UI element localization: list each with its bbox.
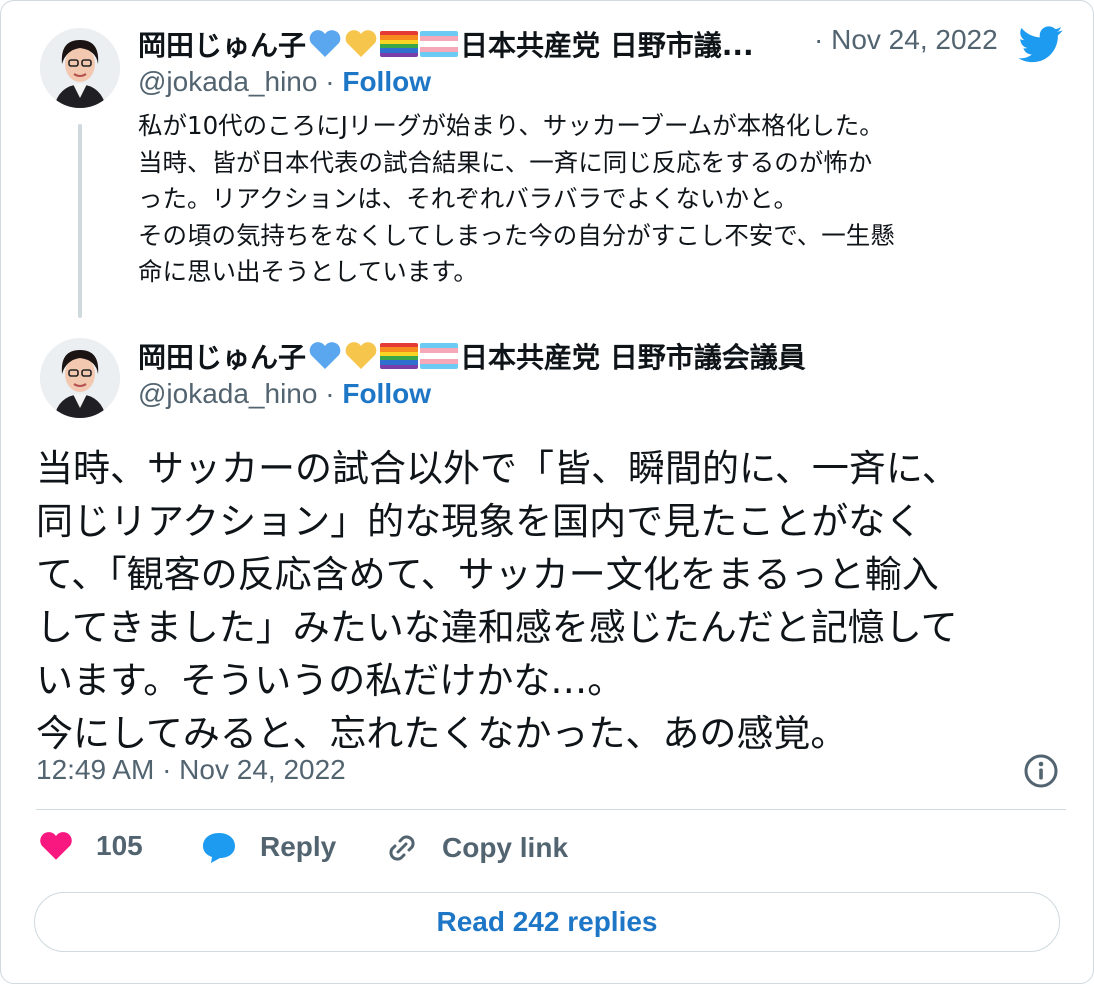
read-replies-button[interactable]: Read 242 replies bbox=[34, 892, 1060, 952]
tweet-text-line: 当時、サッカーの試合以外で「皆、瞬間的に、一斉に、 bbox=[36, 447, 959, 490]
user-handle[interactable]: @jokada_hino bbox=[138, 66, 317, 97]
yellow-heart-icon bbox=[345, 342, 377, 369]
yellow-heart-icon bbox=[345, 30, 377, 57]
transgender-flag-icon bbox=[420, 31, 459, 57]
tweet-text-line: った。リアクションは、それぞれバラバラでよくないかと。 bbox=[138, 184, 799, 213]
transgender-flag-icon bbox=[420, 343, 459, 369]
handle-row: @jokada_hino · Follow bbox=[138, 66, 431, 98]
avatar[interactable] bbox=[40, 338, 120, 418]
avatar[interactable] bbox=[40, 28, 120, 108]
tweet-text-line: その頃の気持ちをなくしてしまった今の自分がすこし不安で、一生懸 bbox=[138, 220, 895, 250]
copy-link-label: Copy link bbox=[442, 832, 569, 863]
separator-dot: · bbox=[317, 378, 343, 409]
author-name-row[interactable]: 岡田じゅん子 日本共産党 日野市議... bbox=[138, 24, 754, 64]
rainbow-flag-icon bbox=[380, 31, 419, 57]
tweet-text-line: 当時、皆が日本代表の試合結果に、一斉に同じ反応をするのが怖か bbox=[138, 147, 873, 177]
reply-label: Reply bbox=[260, 831, 337, 862]
tweet-text-line: 命に思い出そうとしています。 bbox=[138, 257, 478, 286]
author-name-row[interactable]: 岡田じゅん子 日本共産党 日野市議会議員 bbox=[138, 336, 806, 376]
display-name[interactable]: 岡田じゅん子 bbox=[138, 336, 306, 376]
main-tweet-text: 当時、サッカーの試合以外で「皆、瞬間的に、一斉に、 同じリアクション」的な現象を… bbox=[36, 442, 1066, 760]
like-count: 105 bbox=[96, 830, 143, 861]
divider bbox=[36, 809, 1066, 810]
tweet-date-link[interactable]: · Nov 24, 2022 bbox=[814, 24, 998, 56]
twitter-bird-icon[interactable] bbox=[1018, 22, 1064, 66]
thread-connector bbox=[78, 124, 82, 318]
like-button[interactable]: 105 bbox=[38, 830, 143, 862]
tweet-timestamp[interactable]: 12:49 AM · Nov 24, 2022 bbox=[36, 754, 346, 786]
info-icon[interactable] bbox=[1022, 752, 1060, 790]
tweet-text-line: て、「観客の反応含めて、サッカー文化をまるっと輸入 bbox=[36, 553, 939, 596]
reply-button[interactable]: Reply bbox=[200, 830, 336, 864]
blue-heart-icon bbox=[309, 30, 341, 57]
tweet-text-line: います。そういうの私だけかな…。 bbox=[36, 659, 625, 702]
copy-link-button[interactable]: Copy link bbox=[384, 830, 568, 866]
display-name[interactable]: 岡田じゅん子 bbox=[138, 24, 306, 64]
user-handle[interactable]: @jokada_hino bbox=[138, 378, 317, 409]
name-emoji-badges bbox=[308, 29, 459, 59]
quoted-tweet-text: 私が10代のころにJリーグが始まり、サッカーブームが本格化した。 当時、皆が日本… bbox=[138, 108, 1073, 291]
blue-heart-icon bbox=[309, 342, 341, 369]
separator-dot: · bbox=[317, 66, 343, 97]
handle-row: @jokada_hino · Follow bbox=[138, 378, 431, 410]
tweet-text-line: してきました」みたいな違和感を感じたんだと記憶して bbox=[36, 606, 958, 649]
speech-bubble-icon bbox=[203, 833, 235, 863]
link-icon bbox=[389, 835, 415, 861]
display-name-org[interactable]: 日本共産党 日野市議... bbox=[460, 24, 754, 64]
follow-button[interactable]: Follow bbox=[342, 66, 431, 97]
follow-button[interactable]: Follow bbox=[342, 378, 431, 409]
tweet-text-line: 私が10代のころにJリーグが始まり、サッカーブームが本格化した。 bbox=[138, 111, 884, 140]
heart-icon bbox=[40, 832, 72, 860]
tweet-text-line: 今にしてみると、忘れたくなかった、あの感覚。 bbox=[36, 712, 848, 755]
rainbow-flag-icon bbox=[380, 343, 419, 369]
tweet-text-line: 同じリアクション」的な現象を国内で見たことがなく bbox=[36, 500, 923, 543]
display-name-org[interactable]: 日本共産党 日野市議会議員 bbox=[460, 336, 806, 376]
name-emoji-badges bbox=[308, 341, 459, 371]
